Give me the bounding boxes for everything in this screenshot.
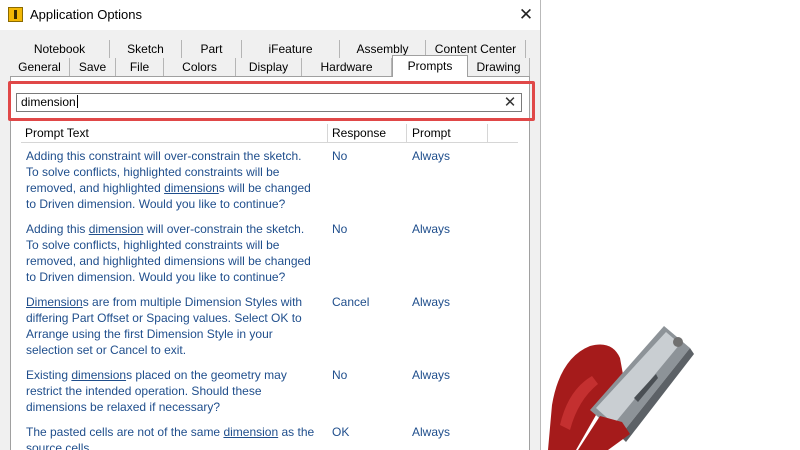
response-cell[interactable]: No — [332, 221, 347, 237]
prompt-text-segment: to Driven dimension. Would you like to c… — [26, 270, 286, 284]
prompt-text-segment: s placed on the geometry may — [126, 368, 287, 382]
prompt-text-line: Dimensions are from multiple Dimension S… — [26, 294, 326, 310]
table-header: Prompt Text Response Prompt — [21, 124, 518, 143]
tab-drawing[interactable]: Drawing — [468, 58, 530, 76]
prompt-text-line: To solve conflicts, highlighted constrai… — [26, 164, 326, 180]
response-cell[interactable]: No — [332, 367, 347, 383]
prompt-text-segment: Existing — [26, 368, 72, 382]
window-title: Application Options — [30, 7, 143, 22]
prompt-text-segment: dimensions be relaxed if necessary? — [26, 400, 221, 414]
tab-save[interactable]: Save — [70, 58, 116, 76]
tab-prompts[interactable]: Prompts — [392, 55, 468, 77]
search-match: dimension — [223, 425, 279, 439]
prompt-text-cell: Existing dimensions placed on the geomet… — [26, 367, 326, 415]
column-separator[interactable] — [406, 124, 407, 142]
response-cell[interactable]: OK — [332, 424, 349, 440]
tab-part[interactable]: Part — [182, 40, 242, 58]
search-match: dimension — [88, 222, 144, 236]
search-match: dimension — [164, 181, 219, 195]
column-separator[interactable] — [327, 124, 328, 142]
prompt-text-segment: s will be changed — [218, 181, 311, 195]
prompt-text-line: selection set or Cancel to exit. — [26, 342, 326, 358]
search-match: Dimension — [26, 295, 83, 309]
prompt-text-line: to Driven dimension. Would you like to c… — [26, 269, 326, 285]
prompt-text-line: to Driven dimension. Would you like to c… — [26, 196, 326, 212]
prompt-text-segment: To solve conflicts, highlighted constrai… — [26, 165, 280, 179]
prompt-text-segment: Adding this — [26, 222, 89, 236]
prompt-text-cell: The pasted cells are not of the same dim… — [26, 424, 326, 450]
tab-notebook[interactable]: Notebook — [10, 40, 110, 58]
prompt-cell[interactable]: Always — [412, 424, 450, 440]
response-cell[interactable]: No — [332, 148, 347, 164]
search-match: dimension — [71, 368, 127, 382]
column-header-prompt[interactable]: Prompt — [412, 126, 451, 140]
prompt-text-line: restrict the intended operation. Should … — [26, 383, 326, 399]
prompt-text-line: The pasted cells are not of the same dim… — [26, 424, 326, 440]
prompt-text-segment: will over-constrain the sketch. — [143, 222, 305, 236]
prompt-text-cell: Dimensions are from multiple Dimension S… — [26, 294, 326, 358]
prompt-text-line: Existing dimensions placed on the geomet… — [26, 367, 326, 383]
title-bar: Application Options ✕ — [0, 0, 540, 30]
column-header-prompt-text[interactable]: Prompt Text — [25, 126, 89, 140]
column-separator[interactable] — [487, 124, 488, 142]
prompt-text-line: differing Part Offset or Spacing values.… — [26, 310, 326, 326]
3d-model-viewport — [548, 326, 694, 450]
prompt-text-segment: to Driven dimension. Would you like to c… — [26, 197, 286, 211]
prompt-text-segment: Adding this constraint will over-constra… — [26, 149, 302, 163]
prompt-text-segment: removed, and highlighted dimensions will… — [26, 254, 311, 268]
prompt-text-segment: as the — [278, 425, 315, 439]
prompt-text-cell: Adding this dimension will over-constrai… — [26, 221, 326, 285]
tab-ifeature[interactable]: iFeature — [242, 40, 340, 58]
prompt-text-line: removed, and highlighted dimensions will… — [26, 180, 326, 196]
prompt-text-line: removed, and highlighted dimensions will… — [26, 253, 326, 269]
prompts-table: Prompt Text Response Prompt Adding this … — [21, 124, 518, 450]
prompt-text-segment: Arrange using the first Dimension Style … — [26, 327, 273, 341]
prompt-text-line: Adding this constraint will over-constra… — [26, 148, 326, 164]
prompt-text-segment: differing Part Offset or Spacing values.… — [26, 311, 302, 325]
tab-colors[interactable]: Colors — [164, 58, 236, 76]
app-logo-icon — [8, 7, 23, 22]
tab-row-bottom: General Save File Colors Display Hardware Prom… — [10, 55, 530, 77]
prompt-text-segment: removed, and highlighted — [26, 181, 165, 195]
prompt-text-segment: To solve conflicts, highlighted constrai… — [26, 238, 280, 252]
prompt-text-segment: s are from multiple Dimension Styles wit… — [82, 295, 303, 309]
search-highlight-annotation — [8, 81, 535, 121]
prompt-text-segment: restrict the intended operation. Should … — [26, 384, 262, 398]
prompt-text-cell: Adding this constraint will over-constra… — [26, 148, 326, 212]
prompt-text-line: To solve conflicts, highlighted constrai… — [26, 237, 326, 253]
tab-file[interactable]: File — [116, 58, 164, 76]
tab-sketch[interactable]: Sketch — [110, 40, 182, 58]
tab-display[interactable]: Display — [236, 58, 302, 76]
prompt-text-line: Arrange using the first Dimension Style … — [26, 326, 326, 342]
prompt-cell[interactable]: Always — [412, 221, 450, 237]
prompt-text-segment: source cells. — [26, 441, 93, 450]
tab-general[interactable]: General — [10, 58, 70, 76]
prompt-text-segment: The pasted cells are not of the same — [26, 425, 224, 439]
response-cell[interactable]: Cancel — [332, 294, 369, 310]
prompt-text-line: dimensions be relaxed if necessary? — [26, 399, 326, 415]
prompt-text-line: Adding this dimension will over-constrai… — [26, 221, 326, 237]
prompt-cell[interactable]: Always — [412, 367, 450, 383]
column-header-response[interactable]: Response — [332, 126, 386, 140]
prompt-cell[interactable]: Always — [412, 294, 450, 310]
prompt-text-line: source cells. — [26, 440, 326, 450]
prompt-text-segment: selection set or Cancel to exit. — [26, 343, 187, 357]
application-options-dialog: Application Options ✕ Notebook Sketch Part… — [0, 0, 541, 450]
close-button[interactable]: ✕ — [512, 1, 540, 29]
prompt-cell[interactable]: Always — [412, 148, 450, 164]
tab-hardware[interactable]: Hardware — [302, 58, 392, 76]
